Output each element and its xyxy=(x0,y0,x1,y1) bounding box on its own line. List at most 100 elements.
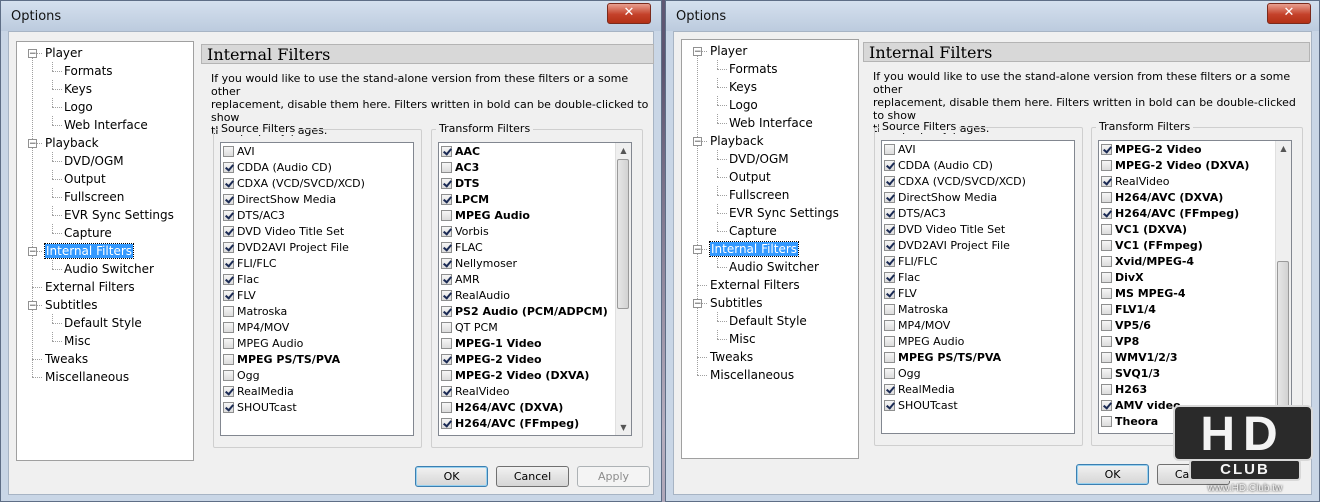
filter-item[interactable]: DirectShow Media xyxy=(884,190,997,206)
filter-item[interactable]: Flac xyxy=(884,270,920,286)
tree-item[interactable]: Playback xyxy=(45,134,99,152)
filter-item[interactable]: CDDA (Audio CD) xyxy=(223,160,332,176)
filter-item[interactable]: DTS xyxy=(441,176,480,192)
collapse-icon[interactable]: − xyxy=(28,301,37,311)
filter-item[interactable]: MPEG-2 Video xyxy=(441,352,542,368)
apply-button[interactable]: Apply xyxy=(577,466,650,487)
tree-item[interactable]: Internal Filters xyxy=(708,240,800,258)
checkbox-checked-icon[interactable] xyxy=(441,194,452,205)
filter-item[interactable]: AVI xyxy=(223,144,255,160)
checkbox-checked-icon[interactable] xyxy=(441,178,452,189)
tree-item[interactable]: Logo xyxy=(729,96,758,114)
checkbox-checked-icon[interactable] xyxy=(223,290,234,301)
tree-item[interactable]: Audio Switcher xyxy=(64,260,154,278)
title-bar[interactable]: Options ✕ xyxy=(666,1,1319,31)
collapse-icon[interactable]: − xyxy=(693,137,702,147)
filter-item[interactable]: PS2 Audio (PCM/ADPCM) xyxy=(441,304,608,320)
options-tree[interactable]: − Player Formats Keys Logo Web Interface − Play… xyxy=(16,41,194,461)
checkbox-checked-icon[interactable] xyxy=(884,384,895,395)
filter-item[interactable]: VP5/6 xyxy=(1101,318,1151,334)
filter-item[interactable]: H264/AVC (DXVA) xyxy=(1101,190,1223,206)
filter-item[interactable]: FLI/FLC xyxy=(223,256,277,272)
tree-item[interactable]: Miscellaneous xyxy=(710,366,794,384)
filter-item[interactable]: FLI/FLC xyxy=(884,254,938,270)
checkbox-unchecked-icon[interactable] xyxy=(223,322,234,333)
tree-item[interactable]: Web Interface xyxy=(729,114,813,132)
checkbox-unchecked-icon[interactable] xyxy=(1101,288,1112,299)
checkbox-checked-icon[interactable] xyxy=(223,274,234,285)
filter-item[interactable]: DTS/AC3 xyxy=(884,206,946,222)
checkbox-checked-icon[interactable] xyxy=(441,290,452,301)
checkbox-checked-icon[interactable] xyxy=(223,226,234,237)
checkbox-checked-icon[interactable] xyxy=(1101,400,1112,411)
filter-item[interactable]: AMV video xyxy=(1101,398,1181,414)
checkbox-unchecked-icon[interactable] xyxy=(223,370,234,381)
checkbox-unchecked-icon[interactable] xyxy=(884,320,895,331)
filter-item[interactable]: AC3 xyxy=(441,160,479,176)
checkbox-checked-icon[interactable] xyxy=(884,192,895,203)
checkbox-unchecked-icon[interactable] xyxy=(1101,336,1112,347)
scroll-up-icon[interactable]: ▲ xyxy=(616,143,631,158)
transform-scrollbar[interactable]: ▲ ▼ xyxy=(615,143,631,435)
checkbox-checked-icon[interactable] xyxy=(1101,208,1112,219)
tree-item[interactable]: Formats xyxy=(729,60,778,78)
filter-item[interactable]: DTS/AC3 xyxy=(223,208,285,224)
checkbox-checked-icon[interactable] xyxy=(884,176,895,187)
checkbox-checked-icon[interactable] xyxy=(223,402,234,413)
checkbox-unchecked-icon[interactable] xyxy=(1101,384,1112,395)
checkbox-unchecked-icon[interactable] xyxy=(223,146,234,157)
filter-item[interactable]: Ogg xyxy=(884,366,921,382)
source-filters-list[interactable]: SHOUTcast RealMedia Ogg MPEG PS/TS/PVA MPEG … xyxy=(881,140,1075,434)
filter-item[interactable]: VP8 xyxy=(1101,334,1139,350)
filter-item[interactable]: MPEG Audio xyxy=(223,336,303,352)
tree-item[interactable]: DVD/OGM xyxy=(729,150,789,168)
tree-item[interactable]: Tweaks xyxy=(45,350,88,368)
checkbox-unchecked-icon[interactable] xyxy=(1101,352,1112,363)
checkbox-checked-icon[interactable] xyxy=(223,386,234,397)
filter-item[interactable]: LPCM xyxy=(441,192,489,208)
checkbox-unchecked-icon[interactable] xyxy=(1101,416,1112,427)
filter-item[interactable]: Flac xyxy=(223,272,259,288)
checkbox-checked-icon[interactable] xyxy=(884,208,895,219)
filter-item[interactable]: DVD Video Title Set xyxy=(884,222,1005,238)
checkbox-checked-icon[interactable] xyxy=(223,210,234,221)
filter-item[interactable]: Ogg xyxy=(223,368,260,384)
filter-item[interactable]: Nellymoser xyxy=(441,256,517,272)
filter-item[interactable]: SVQ1/3 xyxy=(1101,366,1160,382)
filter-item[interactable]: AMR xyxy=(441,272,480,288)
checkbox-checked-icon[interactable] xyxy=(441,418,452,429)
checkbox-checked-icon[interactable] xyxy=(441,354,452,365)
filter-item[interactable]: DirectShow Media xyxy=(223,192,336,208)
collapse-icon[interactable]: − xyxy=(28,247,37,257)
tree-item[interactable]: Fullscreen xyxy=(729,186,789,204)
tree-item[interactable]: Keys xyxy=(64,80,92,98)
checkbox-unchecked-icon[interactable] xyxy=(884,352,895,363)
filter-item[interactable]: CDXA (VCD/SVCD/XCD) xyxy=(884,174,1026,190)
checkbox-checked-icon[interactable] xyxy=(223,258,234,269)
checkbox-checked-icon[interactable] xyxy=(441,146,452,157)
checkbox-unchecked-icon[interactable] xyxy=(1101,160,1112,171)
filter-item[interactable]: RealVideo xyxy=(1101,174,1170,190)
source-filters-list[interactable]: SHOUTcast RealMedia Ogg MPEG PS/TS/PVA MPEG … xyxy=(220,142,414,436)
tree-item[interactable]: Web Interface xyxy=(64,116,148,134)
tree-item[interactable]: Player xyxy=(45,44,82,62)
filter-item[interactable]: MPEG PS/TS/PVA xyxy=(223,352,340,368)
checkbox-unchecked-icon[interactable] xyxy=(884,144,895,155)
tree-item[interactable]: Capture xyxy=(729,222,777,240)
filter-item[interactable]: QT PCM xyxy=(441,320,498,336)
checkbox-unchecked-icon[interactable] xyxy=(1101,272,1112,283)
options-tree[interactable]: − Player Formats Keys Logo Web Interface − Play… xyxy=(681,39,859,459)
filter-item[interactable]: MP4/MOV xyxy=(884,318,950,334)
checkbox-checked-icon[interactable] xyxy=(884,224,895,235)
tree-item[interactable]: Internal Filters xyxy=(43,242,135,260)
tree-item[interactable]: Misc xyxy=(729,330,756,348)
tree-item[interactable]: Logo xyxy=(64,98,93,116)
tree-item[interactable]: EVR Sync Settings xyxy=(64,206,174,224)
checkbox-unchecked-icon[interactable] xyxy=(884,304,895,315)
filter-item[interactable]: MP4/MOV xyxy=(223,320,289,336)
filter-item[interactable]: MPEG-2 Video (DXVA) xyxy=(441,368,589,384)
filter-item[interactable]: FLV1/4 xyxy=(1101,302,1156,318)
checkbox-unchecked-icon[interactable] xyxy=(441,402,452,413)
filter-item[interactable]: DivX xyxy=(1101,270,1144,286)
checkbox-checked-icon[interactable] xyxy=(1101,144,1112,155)
